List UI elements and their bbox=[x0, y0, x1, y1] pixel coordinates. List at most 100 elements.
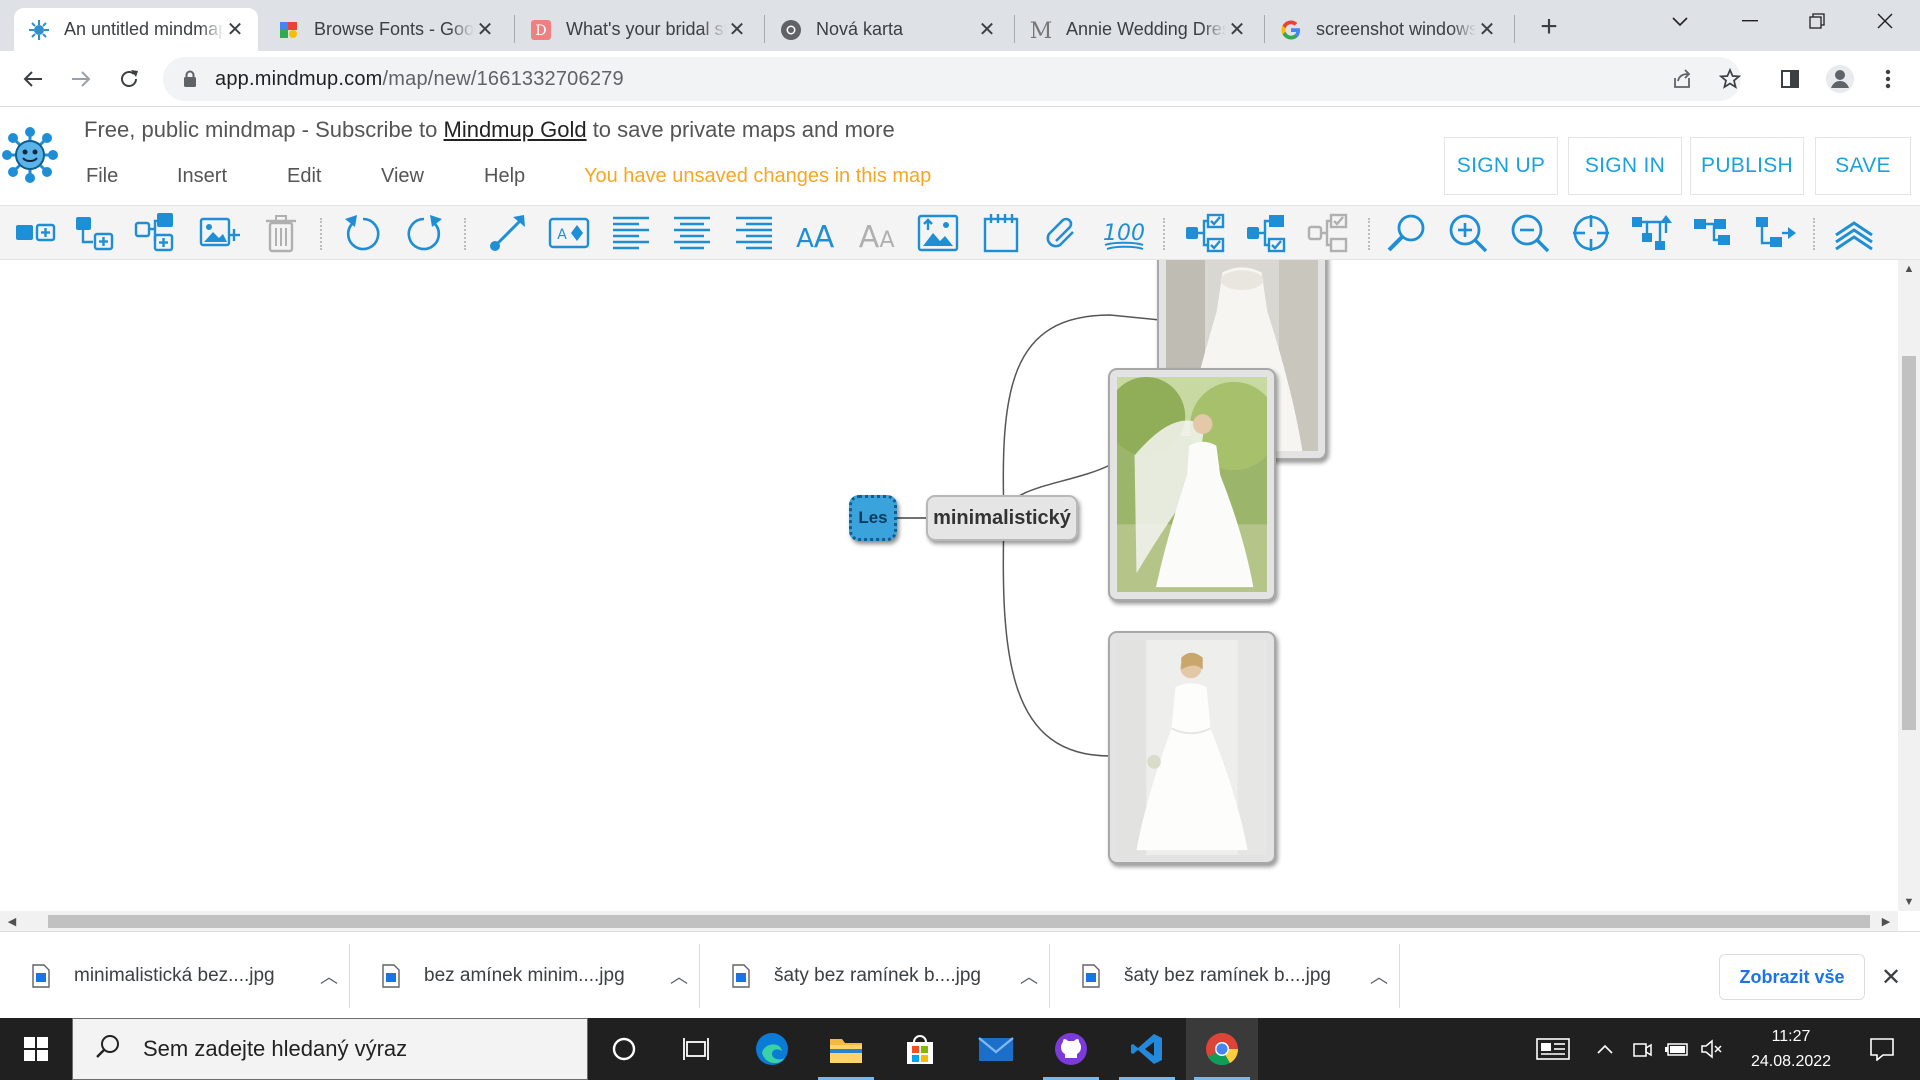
download-item[interactable]: šaty bez ramínek b....jpg ︿ bbox=[1050, 944, 1400, 1008]
edge-icon[interactable] bbox=[736, 1018, 808, 1080]
side-panel-icon[interactable] bbox=[1770, 59, 1810, 99]
tab-new-tab[interactable]: Nová karta ✕ bbox=[766, 8, 1010, 51]
save-button[interactable]: SAVE bbox=[1815, 137, 1911, 195]
sign-up-button[interactable]: SIGN UP bbox=[1444, 137, 1558, 195]
branch-node[interactable]: minimalistický bbox=[926, 495, 1078, 541]
tab-screenshot-windows[interactable]: screenshot windows ✕ bbox=[1266, 8, 1510, 51]
zoom-in-icon[interactable] bbox=[1444, 210, 1492, 256]
scroll-down-arrow-icon[interactable]: ▼ bbox=[1898, 893, 1920, 911]
progress-icon[interactable]: 100 bbox=[1100, 210, 1148, 256]
reset-view-icon[interactable] bbox=[1567, 210, 1615, 256]
show-all-downloads-button[interactable]: Zobrazit vše bbox=[1719, 954, 1865, 1000]
chevron-up-icon[interactable]: ︿ bbox=[1359, 963, 1399, 989]
align-center-icon[interactable] bbox=[668, 210, 716, 256]
decrease-font-icon[interactable]: AA bbox=[853, 210, 901, 256]
scroll-up-arrow-icon[interactable]: ▲ bbox=[1898, 260, 1920, 278]
menu-file[interactable]: File bbox=[86, 165, 118, 188]
reload-icon[interactable] bbox=[109, 59, 149, 99]
hyperlink-icon[interactable] bbox=[1038, 210, 1086, 256]
menu-edit[interactable]: Edit bbox=[287, 165, 321, 188]
vscode-icon[interactable] bbox=[1111, 1018, 1183, 1080]
close-tab-icon[interactable]: ✕ bbox=[976, 19, 998, 41]
browser-menu-icon[interactable] bbox=[1868, 59, 1908, 99]
scroll-left-arrow-icon[interactable]: ◀ bbox=[2, 911, 22, 931]
add-image-icon[interactable] bbox=[196, 210, 244, 256]
menu-insert[interactable]: Insert bbox=[177, 165, 227, 188]
cortana-icon[interactable] bbox=[588, 1018, 660, 1080]
file-explorer-icon[interactable] bbox=[810, 1018, 882, 1080]
minimize-window-icon[interactable] bbox=[1715, 0, 1785, 42]
vertical-scroll-thumb[interactable] bbox=[1902, 356, 1916, 730]
image-node-dress-3[interactable] bbox=[1108, 631, 1276, 864]
share-icon[interactable] bbox=[1662, 59, 1702, 99]
task-view-icon[interactable] bbox=[660, 1018, 732, 1080]
chrome-icon[interactable] bbox=[1186, 1018, 1258, 1080]
new-tab-button[interactable]: + bbox=[1532, 10, 1566, 44]
download-item[interactable]: bez amínek minim....jpg ︿ bbox=[350, 944, 700, 1008]
align-left-icon[interactable] bbox=[607, 210, 655, 256]
microsoft-store-icon[interactable] bbox=[884, 1018, 956, 1080]
text-style-icon[interactable]: A bbox=[545, 210, 593, 256]
speaker-muted-icon[interactable] bbox=[1698, 1018, 1726, 1080]
tab-mindmup[interactable]: An untitled mindmap ✕ bbox=[14, 8, 258, 51]
meet-now-icon[interactable] bbox=[1628, 1018, 1656, 1080]
system-clock[interactable]: 11:27 24.08.2022 bbox=[1736, 1024, 1846, 1074]
download-item[interactable]: šaty bez ramínek b....jpg ︿ bbox=[700, 944, 1050, 1008]
align-right-icon[interactable] bbox=[730, 210, 778, 256]
insert-parent-node-icon[interactable] bbox=[131, 210, 179, 256]
undo-icon[interactable] bbox=[339, 210, 387, 256]
tab-search-chevron-icon[interactable] bbox=[1645, 0, 1715, 42]
taskbar-search-input[interactable]: Sem zadejte hledaný výraz bbox=[72, 1018, 588, 1080]
close-tab-icon[interactable]: ✕ bbox=[726, 19, 748, 41]
vertical-scrollbar[interactable]: ▲ ▼ bbox=[1898, 260, 1920, 911]
profile-avatar-icon[interactable] bbox=[1820, 59, 1860, 99]
lock-icon[interactable] bbox=[179, 70, 201, 88]
add-child-node-icon[interactable] bbox=[11, 210, 59, 256]
close-shelf-icon[interactable]: ✕ bbox=[1876, 962, 1906, 992]
news-widget-icon[interactable] bbox=[1530, 1018, 1576, 1080]
back-arrow-icon[interactable] bbox=[13, 59, 53, 99]
close-window-icon[interactable] bbox=[1850, 0, 1920, 42]
sign-in-button[interactable]: SIGN IN bbox=[1568, 137, 1682, 195]
collapse-toolbar-icon[interactable] bbox=[1830, 210, 1878, 256]
windows-start-icon[interactable] bbox=[0, 1018, 72, 1080]
increase-font-icon[interactable]: AA bbox=[791, 210, 839, 256]
image-node-dress-2[interactable] bbox=[1108, 368, 1276, 601]
battery-icon[interactable] bbox=[1662, 1018, 1692, 1080]
mindmup-gold-link[interactable]: Mindmup Gold bbox=[444, 117, 587, 142]
restore-window-icon[interactable] bbox=[1782, 0, 1852, 42]
close-tab-icon[interactable]: ✕ bbox=[224, 19, 246, 41]
close-tab-icon[interactable]: ✕ bbox=[1226, 19, 1248, 41]
tab-bridal-style[interactable]: D What's your bridal style ✕ bbox=[516, 8, 760, 51]
delete-icon[interactable] bbox=[257, 210, 305, 256]
close-tab-icon[interactable]: ✕ bbox=[474, 19, 496, 41]
chevron-up-icon[interactable]: ︿ bbox=[1009, 963, 1049, 989]
zoom-out-icon[interactable] bbox=[1506, 210, 1554, 256]
publish-button[interactable]: PUBLISH bbox=[1690, 137, 1804, 195]
layout-right-icon[interactable] bbox=[1752, 210, 1800, 256]
tab-annie-wedding[interactable]: M Annie Wedding Dress ✕ bbox=[1016, 8, 1260, 51]
layout-top-down-icon[interactable] bbox=[1628, 210, 1676, 256]
github-desktop-icon[interactable] bbox=[1035, 1018, 1107, 1080]
root-node[interactable]: Les bbox=[849, 495, 897, 541]
search-icon[interactable] bbox=[1383, 210, 1431, 256]
close-tab-icon[interactable]: ✕ bbox=[1476, 19, 1498, 41]
menu-help[interactable]: Help bbox=[484, 165, 525, 188]
layout-standard-icon[interactable] bbox=[1690, 210, 1738, 256]
chevron-up-icon[interactable]: ︿ bbox=[309, 963, 349, 989]
address-bar[interactable]: app.mindmup.com/map/new/1661332706279 bbox=[163, 57, 1741, 101]
collapse-children-icon[interactable] bbox=[1182, 210, 1230, 256]
scroll-right-arrow-icon[interactable]: ▶ bbox=[1876, 911, 1896, 931]
add-sibling-node-icon[interactable] bbox=[71, 210, 119, 256]
chevron-up-icon[interactable] bbox=[1592, 1018, 1618, 1080]
attachment-note-icon[interactable] bbox=[977, 210, 1025, 256]
menu-view[interactable]: View bbox=[381, 165, 424, 188]
add-link-icon[interactable] bbox=[484, 210, 532, 256]
node-image-icon[interactable] bbox=[914, 210, 962, 256]
forward-arrow-icon[interactable] bbox=[61, 59, 101, 99]
horizontal-scrollbar[interactable]: ◀ ▶ bbox=[0, 911, 1898, 931]
bookmark-star-icon[interactable] bbox=[1710, 59, 1750, 99]
expand-children-icon[interactable] bbox=[1243, 210, 1291, 256]
notification-center-icon[interactable] bbox=[1852, 1018, 1912, 1080]
mindmap-canvas[interactable]: Les minimalistický bbox=[0, 260, 1898, 911]
